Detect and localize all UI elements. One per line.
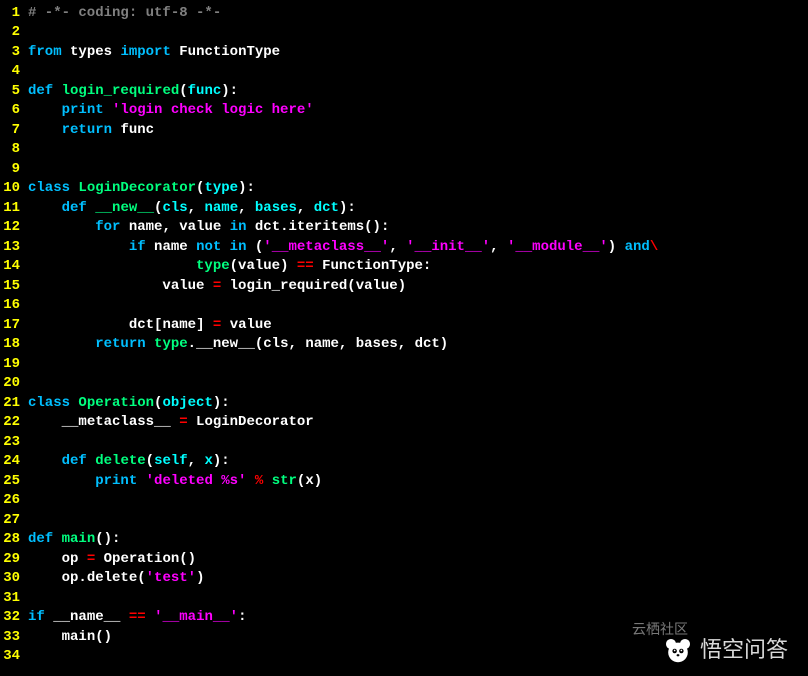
code-line: 31	[0, 589, 808, 609]
code-line: 27	[0, 511, 808, 531]
code-content: print 'deleted %s' % str(x)	[28, 472, 322, 492]
code-line: 18 return type.__new__(cls, name, bases,…	[0, 336, 808, 356]
code-line: 28def main():	[0, 531, 808, 551]
line-number: 33	[0, 628, 28, 648]
code-content: dct[name] = value	[28, 316, 272, 336]
line-number: 29	[0, 550, 28, 570]
line-number: 5	[0, 82, 28, 102]
code-line: 5def login_required(func):	[0, 82, 808, 102]
line-number: 2	[0, 23, 28, 43]
code-line: 15 value = login_required(value)	[0, 277, 808, 297]
panda-icon	[664, 637, 692, 665]
line-number: 17	[0, 316, 28, 336]
code-line: 1# -*- coding: utf-8 -*-	[0, 4, 808, 24]
code-line: 11 def __new__(cls, name, bases, dct):	[0, 199, 808, 219]
line-number: 30	[0, 569, 28, 589]
line-number: 27	[0, 511, 28, 531]
code-line: 10class LoginDecorator(type):	[0, 180, 808, 200]
code-editor: 1# -*- coding: utf-8 -*-23from types imp…	[0, 4, 808, 667]
line-number: 25	[0, 472, 28, 492]
code-line: 2	[0, 24, 808, 44]
code-line: 14 type(value) == FunctionType:	[0, 258, 808, 278]
line-number: 12	[0, 218, 28, 238]
code-line: 20	[0, 375, 808, 395]
code-line: 21class Operation(object):	[0, 394, 808, 414]
line-number: 3	[0, 43, 28, 63]
code-line: 25 print 'deleted %s' % str(x)	[0, 472, 808, 492]
line-number: 1	[0, 4, 28, 24]
code-line: 4	[0, 63, 808, 83]
code-content: # -*- coding: utf-8 -*-	[28, 4, 221, 24]
line-number: 26	[0, 491, 28, 511]
code-line: 12 for name, value in dct.iteritems():	[0, 219, 808, 239]
code-line: 3from types import FunctionType	[0, 43, 808, 63]
line-number: 28	[0, 530, 28, 550]
line-number: 24	[0, 452, 28, 472]
code-content: op.delete('test')	[28, 569, 204, 589]
code-content: for name, value in dct.iteritems():	[28, 218, 389, 238]
line-number: 13	[0, 238, 28, 258]
code-line: 23	[0, 433, 808, 453]
code-line: 8	[0, 141, 808, 161]
line-number: 23	[0, 433, 28, 453]
line-number: 22	[0, 413, 28, 433]
line-number: 7	[0, 121, 28, 141]
code-line: 22 __metaclass__ = LoginDecorator	[0, 414, 808, 434]
code-line: 29 op = Operation()	[0, 550, 808, 570]
line-number: 20	[0, 374, 28, 394]
code-content: class LoginDecorator(type):	[28, 179, 255, 199]
line-number: 10	[0, 179, 28, 199]
code-content: print 'login check logic here'	[28, 101, 314, 121]
line-number: 15	[0, 277, 28, 297]
line-number: 31	[0, 589, 28, 609]
line-number: 21	[0, 394, 28, 414]
code-content: if name not in ('__metaclass__', '__init…	[28, 238, 658, 258]
code-line: 17 dct[name] = value	[0, 316, 808, 336]
code-content: if __name__ == '__main__':	[28, 608, 246, 628]
line-number: 34	[0, 647, 28, 667]
code-content: def login_required(func):	[28, 82, 238, 102]
code-content: def main():	[28, 530, 120, 550]
line-number: 19	[0, 355, 28, 375]
code-line: 13 if name not in ('__metaclass__', '__i…	[0, 238, 808, 258]
line-number: 18	[0, 335, 28, 355]
code-line: 6 print 'login check logic here'	[0, 102, 808, 122]
line-number: 9	[0, 160, 28, 180]
code-line: 26	[0, 492, 808, 512]
code-content: value = login_required(value)	[28, 277, 406, 297]
code-content: op = Operation()	[28, 550, 196, 570]
code-line: 16	[0, 297, 808, 317]
line-number: 32	[0, 608, 28, 628]
code-content: return type.__new__(cls, name, bases, dc…	[28, 335, 448, 355]
code-content: from types import FunctionType	[28, 43, 280, 63]
code-line: 9	[0, 160, 808, 180]
watermark-text: 悟空问答	[700, 635, 788, 666]
code-line: 7 return func	[0, 121, 808, 141]
code-content: def __new__(cls, name, bases, dct):	[28, 199, 356, 219]
code-line: 30 op.delete('test')	[0, 570, 808, 590]
code-content: __metaclass__ = LoginDecorator	[28, 413, 314, 433]
code-content: def delete(self, x):	[28, 452, 230, 472]
line-number: 11	[0, 199, 28, 219]
watermark: 悟空问答	[664, 635, 788, 666]
code-line: 19	[0, 355, 808, 375]
code-line: 24 def delete(self, x):	[0, 453, 808, 473]
line-number: 6	[0, 101, 28, 121]
code-content: return func	[28, 121, 154, 141]
line-number: 16	[0, 296, 28, 316]
line-number: 8	[0, 140, 28, 160]
line-number: 14	[0, 257, 28, 277]
code-content: class Operation(object):	[28, 394, 230, 414]
code-content: main()	[28, 628, 112, 648]
line-number: 4	[0, 62, 28, 82]
code-content: type(value) == FunctionType:	[28, 257, 431, 277]
